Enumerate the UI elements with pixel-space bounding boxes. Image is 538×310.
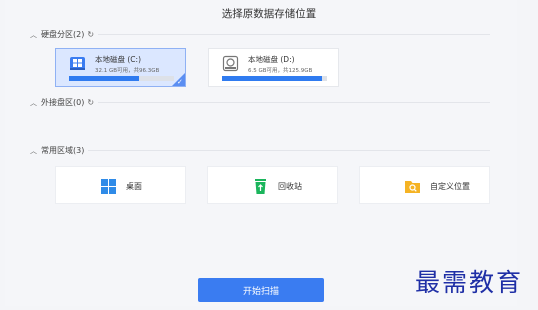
refresh-icon[interactable]: ↻ (87, 98, 94, 107)
quick-recycle-bin[interactable]: 回收站 (207, 166, 338, 204)
quick-custom-location[interactable]: 自定义位置 (359, 166, 490, 204)
folder-search-icon (404, 178, 421, 195)
disk-d-usage-fill (222, 76, 322, 81)
section-external-header[interactable]: ︿ 外接盘区(0) ↻ (30, 97, 94, 108)
disk-d-usage-bar (222, 76, 327, 81)
selected-check-icon: ✓ (172, 73, 185, 86)
disk-d-card[interactable]: 本地磁盘 (D:) 6.5 GB可用，共125.9GB (208, 48, 339, 87)
chevron-up-icon: ︿ (30, 146, 37, 155)
quick-recycle-label: 回收站 (278, 182, 302, 191)
divider (98, 102, 490, 103)
refresh-icon[interactable]: ↻ (87, 30, 94, 39)
hard-drive-icon (222, 55, 239, 72)
disk-c-usage-bar (69, 76, 174, 81)
chevron-up-icon: ︿ (30, 30, 37, 39)
disk-c-name: 本地磁盘 (C:) (95, 55, 141, 64)
quick-desktop[interactable]: 桌面 (55, 166, 186, 204)
windows-logo-icon (100, 178, 117, 195)
section-common-label: 常用区域(3) (41, 146, 85, 155)
section-disks-header[interactable]: ︿ 硬盘分区(2) ↻ (30, 29, 94, 40)
section-common-header[interactable]: ︿ 常用区域(3) (30, 145, 84, 156)
section-disks-label: 硬盘分区(2) (41, 30, 85, 39)
page-title: 选择原数据存储位置 (221, 8, 317, 20)
section-external-label: 外接盘区(0) (41, 98, 85, 107)
recycle-bin-icon (252, 178, 269, 195)
watermark: 最需教育 (415, 268, 524, 297)
divider (98, 34, 490, 35)
disk-d-info: 6.5 GB可用，共125.9GB (248, 68, 313, 74)
windows-drive-icon (69, 55, 86, 72)
disk-d-name: 本地磁盘 (D:) (248, 55, 295, 64)
quick-desktop-label: 桌面 (126, 182, 142, 191)
disk-c-usage-fill (69, 76, 140, 81)
disk-c-card[interactable]: 本地磁盘 (C:) 32.1 GB可用，共96.3GB ✓ (55, 48, 186, 87)
quick-custom-label: 自定义位置 (430, 182, 470, 191)
chevron-up-icon: ︿ (30, 98, 37, 107)
disk-c-info: 32.1 GB可用，共96.3GB (95, 68, 160, 74)
start-scan-button[interactable]: 开始扫描 (198, 278, 324, 302)
divider (88, 150, 490, 151)
